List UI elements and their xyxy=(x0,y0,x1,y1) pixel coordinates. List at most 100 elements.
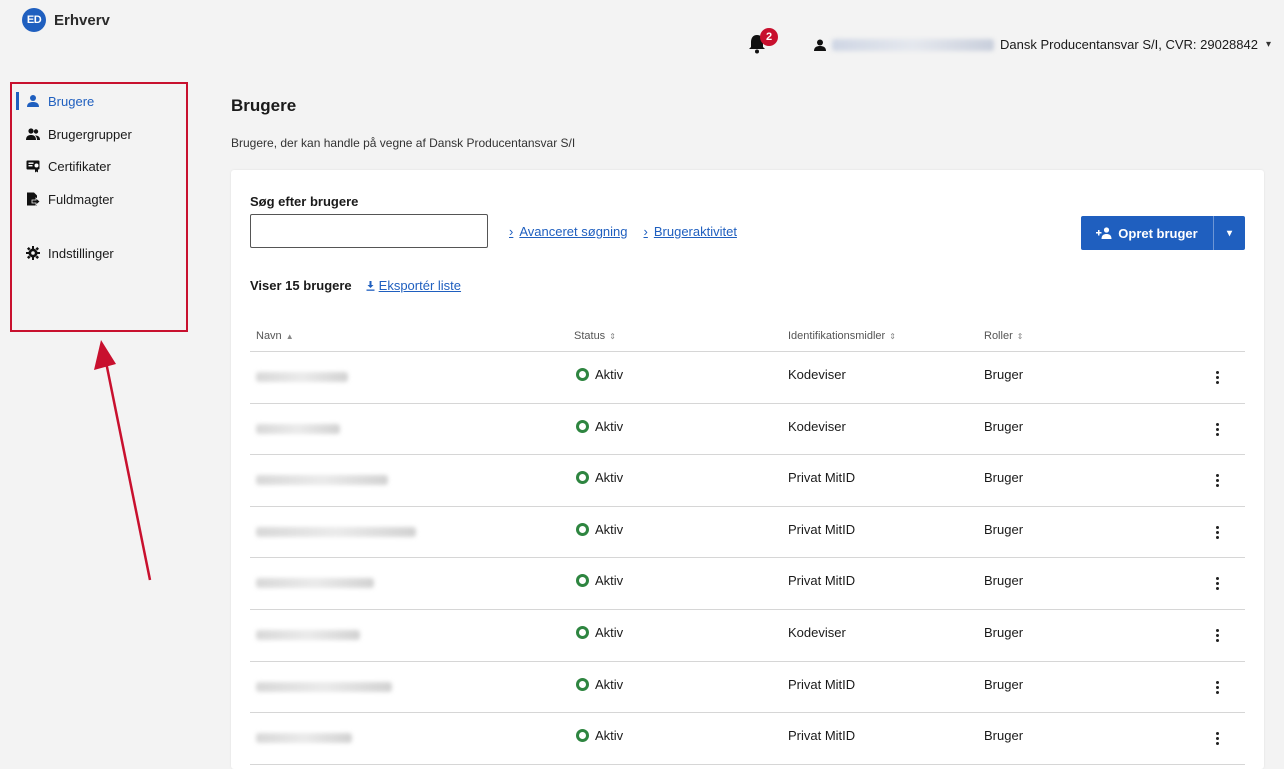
sort-icon: ⇕ xyxy=(609,331,616,341)
column-label: Identifikationsmidler xyxy=(788,330,886,342)
create-user-button[interactable]: Opret bruger xyxy=(1081,216,1213,250)
user-activity-label: Brugeraktivitet xyxy=(653,224,737,239)
users-icon xyxy=(26,128,40,140)
row-actions-menu-icon[interactable] xyxy=(1216,732,1220,746)
status-active-icon xyxy=(576,677,589,691)
status-label: Aktiv xyxy=(595,470,624,486)
logo-text: Erhverv xyxy=(54,11,110,29)
advanced-search-link[interactable]: › Avanceret søgning xyxy=(509,224,628,239)
status-cell: Aktiv xyxy=(576,573,623,588)
role-cell: Bruger xyxy=(984,470,1024,486)
identification-cell: Privat MitID xyxy=(788,728,856,744)
column-label: Roller xyxy=(984,330,1013,342)
user-name-redacted xyxy=(256,372,348,382)
row-actions-menu-icon[interactable] xyxy=(1216,628,1220,642)
column-header-identification[interactable]: Identifikationsmidler ⇕ xyxy=(788,330,896,342)
table-row[interactable]: Aktiv Privat MitID Bruger xyxy=(250,713,1245,765)
column-label: Status xyxy=(574,330,606,342)
user-name-redacted xyxy=(256,475,388,486)
user-name-redacted xyxy=(256,681,392,692)
annotation-arrow xyxy=(94,340,152,581)
status-cell: Aktiv xyxy=(576,470,623,485)
status-label: Aktiv xyxy=(595,573,624,589)
identification-cell: Privat MitID xyxy=(788,470,856,486)
sidebar-item-label: Indstillinger xyxy=(48,245,114,261)
row-actions-menu-icon[interactable] xyxy=(1216,474,1220,488)
certificate-icon xyxy=(26,160,40,173)
table-row[interactable]: Aktiv Privat MitID Bruger xyxy=(250,662,1245,714)
sidebar-item-fuldmagter[interactable]: Fuldmagter xyxy=(26,189,114,209)
identification-cell: Privat MitID xyxy=(788,573,856,589)
table-body: Aktiv Kodeviser Bruger Aktiv Kodeviser Bruger… xyxy=(250,352,1245,765)
user-name-redacted xyxy=(256,526,416,537)
chevron-right-icon: › xyxy=(643,224,648,239)
user-name-redacted xyxy=(832,38,994,51)
status-cell: Aktiv xyxy=(576,625,623,640)
sidebar-item-label: Brugere xyxy=(48,93,95,109)
active-indicator xyxy=(16,92,19,110)
user-menu[interactable]: Dansk Producentansvar S/I, CVR: 29028842… xyxy=(814,37,1271,52)
status-active-icon xyxy=(576,471,589,485)
role-cell: Bruger xyxy=(984,367,1024,382)
row-actions-menu-icon[interactable] xyxy=(1216,680,1220,694)
user-activity-link[interactable]: › Brugeraktivitet xyxy=(644,224,737,239)
identification-cell: Kodeviser xyxy=(788,367,846,382)
identification-cell: Privat MitID xyxy=(788,521,856,537)
users-table: Navn ▲ Status ⇕ Identifikationsmidler ⇕ … xyxy=(250,320,1245,765)
user-name-redacted xyxy=(256,578,374,589)
advanced-search-label: Avanceret søgning xyxy=(519,224,628,239)
chevron-right-icon: › xyxy=(509,224,514,239)
create-user-dropdown-toggle[interactable]: ▾ xyxy=(1213,216,1245,250)
column-header-name[interactable]: Navn ▲ xyxy=(256,330,294,342)
table-row[interactable]: Aktiv Kodeviser Bruger xyxy=(250,352,1245,404)
user-icon xyxy=(814,39,826,51)
table-row[interactable]: Aktiv Kodeviser Bruger xyxy=(250,610,1245,662)
role-cell: Bruger xyxy=(984,624,1024,640)
row-actions-menu-icon[interactable] xyxy=(1216,422,1220,436)
status-label: Aktiv xyxy=(595,624,624,640)
table-row[interactable]: Aktiv Privat MitID Bruger xyxy=(250,507,1245,559)
table-row[interactable]: Aktiv Kodeviser Bruger xyxy=(250,404,1245,456)
top-header: ED Erhverv 2 Dansk Producentansvar S/I, … xyxy=(0,0,1284,70)
user-icon xyxy=(27,95,39,107)
status-cell: Aktiv xyxy=(576,367,623,382)
status-cell: Aktiv xyxy=(576,522,623,537)
search-label: Søg efter brugere xyxy=(250,194,359,209)
status-active-icon xyxy=(576,368,589,381)
row-actions-menu-icon[interactable] xyxy=(1216,577,1220,591)
sidebar-item-brugere[interactable]: Brugere xyxy=(26,91,94,111)
status-label: Aktiv xyxy=(595,367,624,382)
identification-cell: Kodeviser xyxy=(788,418,846,434)
status-active-icon xyxy=(576,419,589,433)
column-label: Navn xyxy=(256,330,282,342)
role-cell: Bruger xyxy=(984,418,1024,434)
table-row[interactable]: Aktiv Privat MitID Bruger xyxy=(250,558,1245,610)
row-actions-menu-icon[interactable] xyxy=(1216,371,1220,384)
status-label: Aktiv xyxy=(595,418,624,434)
table-row[interactable]: Aktiv Privat MitID Bruger xyxy=(250,455,1245,507)
user-name-redacted xyxy=(256,733,352,744)
status-active-icon xyxy=(576,729,589,743)
sort-icon: ⇕ xyxy=(889,331,896,341)
sort-icon: ⇕ xyxy=(1016,331,1024,341)
status-label: Aktiv xyxy=(595,728,624,744)
app-logo[interactable]: ED Erhverv xyxy=(22,8,110,32)
results-summary: Viser 15 brugere Eksportér liste xyxy=(250,278,461,293)
sidebar-item-label: Brugergrupper xyxy=(48,126,132,142)
sidebar-item-indstillinger[interactable]: Indstillinger xyxy=(26,243,114,263)
export-list-label: Eksportér liste xyxy=(378,278,462,293)
status-active-icon xyxy=(576,574,589,588)
row-actions-menu-icon[interactable] xyxy=(1216,525,1220,539)
export-list-link[interactable]: Eksportér liste xyxy=(366,278,461,293)
identification-cell: Kodeviser xyxy=(788,624,846,640)
column-header-status[interactable]: Status ⇕ xyxy=(574,330,616,342)
role-cell: Bruger xyxy=(984,676,1024,692)
column-header-roles[interactable]: Roller ⇕ xyxy=(984,330,1023,342)
organization-label: Dansk Producentansvar S/I, CVR: 29028842 xyxy=(1000,37,1258,52)
sidebar-item-brugergrupper[interactable]: Brugergrupper xyxy=(26,124,132,144)
search-input[interactable] xyxy=(250,214,488,248)
notification-count-badge: 2 xyxy=(760,28,778,46)
sidebar-item-certifikater[interactable]: Certifikater xyxy=(26,156,111,176)
identification-cell: Privat MitID xyxy=(788,676,856,692)
sort-ascending-icon: ▲ xyxy=(285,331,294,341)
